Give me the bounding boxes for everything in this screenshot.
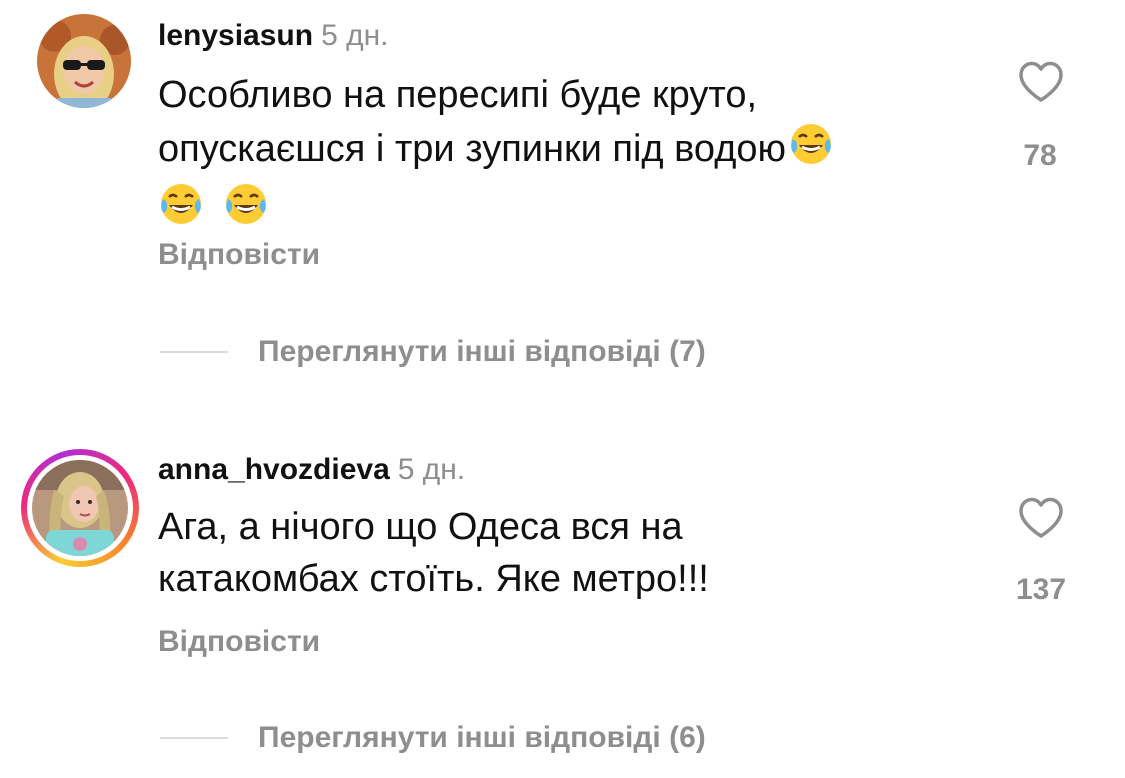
reply-button[interactable]: Відповісти xyxy=(158,238,320,272)
face-with-tears-of-joy-icon xyxy=(158,181,204,241)
comment-lenysiasun: lenysiasun 5 дн. Особливо на пересипі буд… xyxy=(0,0,1125,400)
view-replies-button[interactable]: Переглянути інші відповіді (6) xyxy=(160,718,706,758)
avatar-photo-icon xyxy=(32,460,128,556)
like-button[interactable] xyxy=(1017,60,1065,109)
divider-line xyxy=(160,351,228,353)
avatar-lenysiasun[interactable] xyxy=(37,14,131,108)
comment-text-line: Ага, а нічого що Одеса вся на xyxy=(158,506,683,548)
like-button[interactable] xyxy=(1017,496,1065,545)
timestamp: 5 дн. xyxy=(397,453,466,486)
comment-text: Особливо на пересипі буде круто, опускає… xyxy=(158,69,958,233)
comment-emoji-line xyxy=(158,181,958,233)
face-with-tears-of-joy-icon xyxy=(223,181,269,241)
comment-text-line: опускаєшся і три зупинки під водою xyxy=(158,121,958,181)
reply-button[interactable]: Відповісти xyxy=(158,625,320,659)
comment-text: Ага, а нічого що Одеса вся на катакомбах… xyxy=(158,501,958,605)
like-count: 78 xyxy=(1023,139,1057,172)
view-replies-button[interactable]: Переглянути інші відповіді (7) xyxy=(160,332,706,372)
comment-text-line: Особливо на пересипі буде круто, xyxy=(158,74,758,116)
comment-text-line-content: опускаєшся і три зупинки під водою xyxy=(158,128,787,170)
divider-line xyxy=(160,737,228,739)
timestamp: 5 дн. xyxy=(321,19,389,52)
username[interactable]: lenysiasun xyxy=(158,19,313,52)
view-replies-label: Переглянути інші відповіді (6) xyxy=(258,721,706,754)
comment-meta: lenysiasun 5 дн. xyxy=(158,18,389,54)
heart-outline-icon xyxy=(1019,497,1063,538)
comment-text-line: катакомбах стоїть. Яке метро!!! xyxy=(158,558,709,600)
comment-anna-hvozdieva: anna_hvozdieva 5 дн. Ага, а нічого що Оде… xyxy=(0,440,1125,778)
avatar-anna-hvozdieva[interactable] xyxy=(32,460,128,556)
like-count: 137 xyxy=(1015,573,1067,606)
comment-meta: anna_hvozdieva 5 дн. xyxy=(158,452,465,488)
heart-outline-icon xyxy=(1019,61,1063,102)
view-replies-label: Переглянути інші відповіді (7) xyxy=(258,335,706,368)
avatar-photo-icon xyxy=(37,14,131,108)
face-with-tears-of-joy-icon xyxy=(788,121,834,181)
username[interactable]: anna_hvozdieva xyxy=(158,453,390,486)
